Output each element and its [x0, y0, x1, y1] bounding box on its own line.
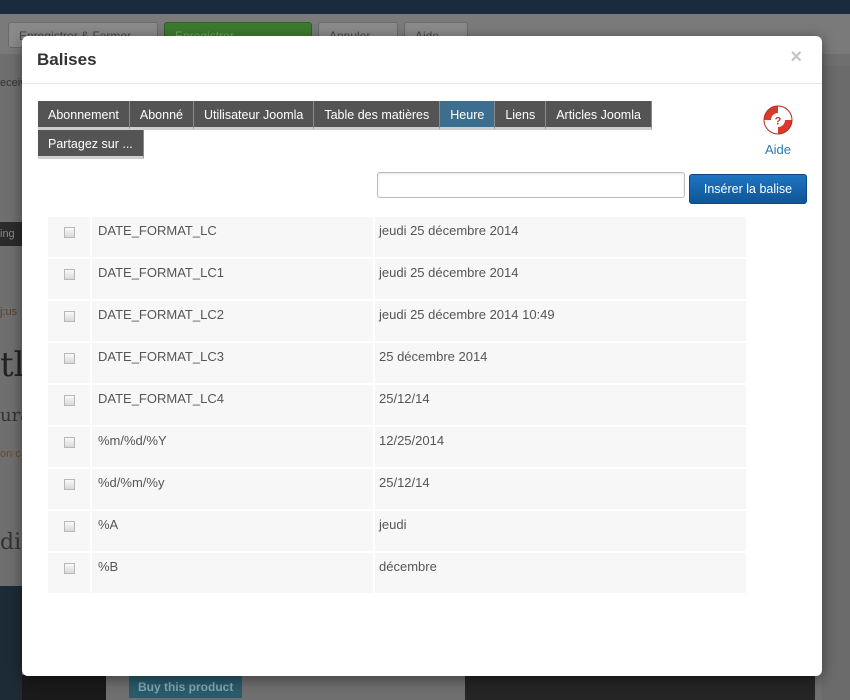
row-checkbox[interactable] — [63, 227, 75, 238]
tag-value: 25/12/14 — [374, 384, 746, 427]
tab-partagez-sur[interactable]: Partagez sur ... — [38, 130, 144, 159]
row-checkbox-cell — [48, 510, 92, 553]
tag-name: DATE_FORMAT_LC3 — [91, 342, 375, 385]
table-row[interactable]: %d/%m/%y 25/12/14 — [48, 468, 746, 511]
tag-name: DATE_FORMAT_LC2 — [91, 300, 375, 343]
dark-panel — [465, 675, 815, 700]
svg-text:?: ? — [775, 116, 782, 128]
top-navbar — [0, 0, 850, 14]
tag-value: 25 décembre 2014 — [374, 342, 746, 385]
table-row[interactable]: DATE_FORMAT_LC1 jeudi 25 décembre 2014 — [48, 258, 746, 301]
table-row[interactable]: DATE_FORMAT_LC4 25/12/14 — [48, 384, 746, 427]
bg-text-fragment: ura — [0, 405, 22, 426]
help-link[interactable]: ? Aide — [760, 104, 796, 157]
tab-liens[interactable]: Liens — [495, 101, 547, 130]
tag-search-input[interactable] — [377, 172, 685, 198]
bg-text-fragment: eceiv — [0, 77, 22, 89]
tag-name: %m/%d/%Y — [91, 426, 375, 469]
row-checkbox-cell — [48, 300, 92, 343]
table-row[interactable]: DATE_FORMAT_LC3 25 décembre 2014 — [48, 342, 746, 385]
tag-name: %d/%m/%y — [91, 468, 375, 511]
close-icon[interactable]: × — [790, 47, 802, 67]
row-checkbox[interactable] — [63, 353, 75, 364]
insert-tag-button[interactable]: Insérer la balise — [689, 174, 807, 204]
tag-name: DATE_FORMAT_LC — [91, 217, 375, 259]
table-row[interactable]: %B décembre — [48, 552, 746, 595]
product-image — [0, 586, 22, 700]
tag-name: DATE_FORMAT_LC4 — [91, 384, 375, 427]
row-checkbox[interactable] — [63, 395, 75, 406]
table-row[interactable]: DATE_FORMAT_LC2 jeudi 25 décembre 2014 1… — [48, 300, 746, 343]
right-panel — [822, 66, 850, 700]
tab-heure[interactable]: Heure — [440, 101, 496, 130]
help-label: Aide — [764, 142, 792, 157]
buy-product-button[interactable]: Buy this product — [129, 676, 243, 698]
row-checkbox-cell — [48, 552, 92, 595]
tag-category-tabs: Abonnement Abonné Utilisateur Joomla Tab… — [38, 101, 658, 159]
row-checkbox[interactable] — [63, 521, 75, 532]
row-checkbox[interactable] — [63, 269, 75, 280]
tag-value: jeudi — [374, 510, 746, 553]
tag-value: 25/12/14 — [374, 468, 746, 511]
table-row[interactable]: %A jeudi — [48, 510, 746, 553]
bg-text-fragment: on c — [0, 448, 21, 460]
row-checkbox[interactable] — [63, 479, 75, 490]
bg-text-fragment: tle — [0, 345, 22, 385]
tab-abonnement[interactable]: Abonnement — [38, 101, 130, 130]
modal-header: Balises × — [22, 36, 822, 84]
row-checkbox-cell — [48, 258, 92, 301]
row-checkbox-cell — [48, 217, 92, 259]
tag-value: jeudi 25 décembre 2014 10:49 — [374, 300, 746, 343]
tab-abonne[interactable]: Abonné — [129, 101, 194, 130]
tab-utilisateur-joomla[interactable]: Utilisateur Joomla — [194, 101, 315, 130]
row-checkbox[interactable] — [63, 311, 75, 322]
tag-name: %A — [91, 510, 375, 553]
tab-articles-joomla[interactable]: Articles Joomla — [546, 101, 652, 130]
tag-name: DATE_FORMAT_LC1 — [91, 258, 375, 301]
tag-table: DATE_FORMAT_LC jeudi 25 décembre 2014 DA… — [48, 217, 746, 595]
row-checkbox-cell — [48, 468, 92, 511]
tag-value: décembre — [374, 552, 746, 595]
row-checkbox-cell — [48, 426, 92, 469]
tab-table-des-matieres[interactable]: Table des matières — [314, 101, 441, 130]
tags-modal: Balises × Abonnement Abonné Utilisateur … — [22, 36, 822, 676]
tag-value: 12/25/2014 — [374, 426, 746, 469]
product-image — [22, 675, 106, 700]
row-checkbox[interactable] — [63, 563, 75, 574]
tag-value: jeudi 25 décembre 2014 — [374, 217, 746, 259]
row-checkbox-cell — [48, 384, 92, 427]
bg-text-fragment: diti — [0, 530, 22, 555]
row-checkbox-cell — [48, 342, 92, 385]
tag-name: %B — [91, 552, 375, 595]
modal-title: Balises — [37, 50, 97, 69]
table-row[interactable]: %m/%d/%Y 12/25/2014 — [48, 426, 746, 469]
table-row[interactable]: DATE_FORMAT_LC jeudi 25 décembre 2014 — [48, 217, 746, 259]
row-checkbox[interactable] — [63, 437, 75, 448]
bg-text-fragment: ing — [0, 222, 22, 246]
tag-value: jeudi 25 décembre 2014 — [374, 258, 746, 301]
bg-text-fragment: j:us — [0, 306, 18, 318]
lifebuoy-icon: ? — [763, 105, 793, 135]
